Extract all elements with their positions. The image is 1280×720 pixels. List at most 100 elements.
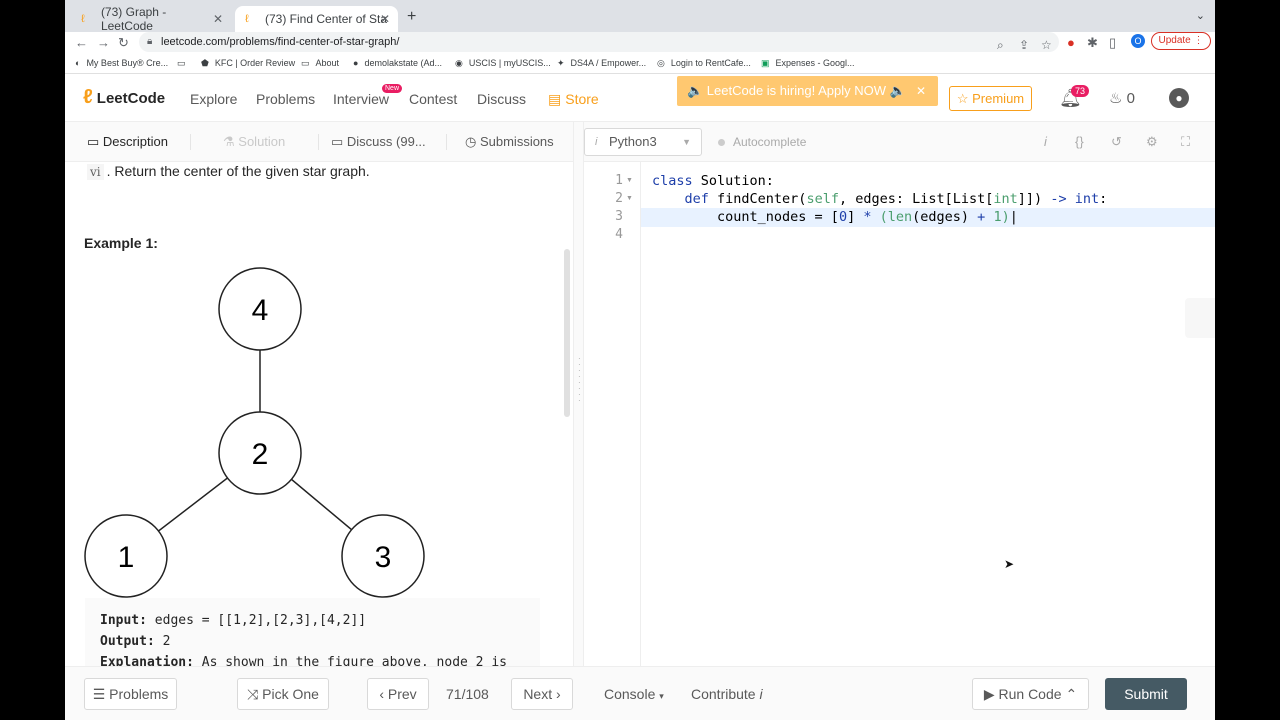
bookmark-label: demolakstate (Ad... <box>364 58 442 68</box>
next-button[interactable]: Next › <box>511 678 573 710</box>
code-token: 0 <box>838 209 848 225</box>
close-banner-icon[interactable]: ✕ <box>916 76 926 106</box>
fold-arrow-icon[interactable]: ▼ <box>626 195 633 202</box>
explanation-label: Explanation: <box>100 655 194 666</box>
url-text: leetcode.com/problems/find-center-of-sta… <box>161 36 400 48</box>
code-editor[interactable]: 1 ▼ 2 ▼ 3 4 class Solution: def findCent… <box>584 162 1215 666</box>
tab-description[interactable]: ▭ Description <box>87 134 168 150</box>
tab-discuss[interactable]: ▭ Discuss (99... <box>331 134 426 150</box>
node-label: 3 <box>375 541 392 574</box>
code-token: class <box>652 173 693 189</box>
node-label: 1 <box>118 541 135 574</box>
bookmark-item[interactable]: ✦ DS4A / Empower... <box>557 58 646 69</box>
submit-button[interactable]: Submit <box>1105 678 1187 710</box>
back-icon[interactable]: ← <box>75 35 88 50</box>
drag-handle-icon: · · · · · · · · <box>578 354 581 405</box>
nav-problems[interactable]: Problems <box>256 91 315 107</box>
code-token: -> <box>1050 191 1067 207</box>
code-token: (edges) <box>912 209 978 225</box>
logo-text: LeetCode <box>96 90 166 107</box>
code-token: 1) <box>993 209 1010 225</box>
bookmark-folder[interactable]: ▭ <box>177 58 192 69</box>
bookmark-label: Login to RentCafe... <box>670 58 751 68</box>
bookmark-item[interactable]: ● demolakstate (Ad... <box>353 58 442 68</box>
new-tab-icon[interactable]: + <box>407 8 416 26</box>
button-label: Contribute <box>691 686 756 702</box>
settings-gear-icon[interactable]: ⚙ <box>1146 134 1158 150</box>
side-panel-icon[interactable]: ▯ <box>1109 35 1116 51</box>
shuffle-icon: ⤨ <box>247 686 259 702</box>
extensions-puzzle-icon[interactable]: ✱ <box>1087 35 1098 51</box>
nav-explore[interactable]: Explore <box>190 91 237 107</box>
button-label: Console <box>604 686 656 702</box>
autocomplete-toggle[interactable]: Autocomplete <box>718 135 806 149</box>
nav-interview[interactable]: Interview <box>333 91 389 107</box>
code-token: Solution: <box>692 173 774 189</box>
code-token: count_nodes = [ <box>652 209 839 225</box>
new-badge: New <box>382 84 403 93</box>
input-value: edges = [[1,2],[2,3],[4,2]] <box>154 613 367 628</box>
language-select[interactable]: i Python3 ▼ <box>584 128 702 156</box>
run-code-button[interactable]: ▶ Run Code ⌃ <box>972 678 1089 710</box>
extension-icon[interactable]: ● <box>1067 35 1075 50</box>
format-braces-icon[interactable]: {} <box>1075 134 1084 149</box>
hiring-banner[interactable]: 🔈 LeetCode is hiring! Apply NOW 🔈 ✕ <box>677 76 938 106</box>
bookmark-label: DS4A / Empower... <box>570 58 647 68</box>
browser-tab-find-center[interactable]: ℓ (73) Find Center of Star Graph ✕ <box>235 6 398 32</box>
reset-icon[interactable]: ↺ <box>1111 134 1122 150</box>
zoom-icon[interactable]: ⌕ <box>997 35 1004 55</box>
play-icon: ▶ <box>983 686 995 702</box>
update-button[interactable]: Update ⋮ <box>1151 32 1211 50</box>
bookmark-item[interactable]: ◉ USCIS | myUSCIS... <box>455 58 551 69</box>
vertex-subscript: vi <box>87 164 104 180</box>
nav-contest[interactable]: Contest <box>409 91 457 107</box>
bookmark-item[interactable]: ◐ My Best Buy® Cre... <box>75 58 168 68</box>
bookmark-item[interactable]: ▣ Expenses - Googl... <box>761 58 855 69</box>
line-number: 3 <box>615 209 623 224</box>
contribute-link[interactable]: Contribute i <box>691 686 763 702</box>
nav-store[interactable]: ▤ Store <box>548 91 599 108</box>
profile-avatar[interactable]: O <box>1131 34 1145 48</box>
console-toggle[interactable]: Console ▾ <box>604 686 664 702</box>
side-drawer-handle[interactable] <box>1185 298 1215 338</box>
streak-fire-icon[interactable]: ♨ 0 <box>1109 89 1135 107</box>
reload-icon[interactable]: ↻ <box>118 35 129 51</box>
tab-search-icon[interactable]: ⌄ <box>1196 9 1205 22</box>
address-bar[interactable]: 🔒︎ leetcode.com/problems/find-center-of-… <box>139 32 1059 52</box>
leetcode-logo-icon: ℓ <box>83 86 93 108</box>
prev-button[interactable]: ‹ Prev <box>367 678 429 710</box>
pick-one-button[interactable]: ⤨ Pick One <box>237 678 329 710</box>
code-token: ]]) <box>1017 191 1051 207</box>
share-icon[interactable]: ⇪ <box>1019 35 1029 55</box>
code-token: findCenter( <box>708 191 807 207</box>
mouse-pointer-icon: ➤ <box>1004 557 1015 571</box>
line-number: 4 <box>615 227 623 242</box>
store-label: Store <box>565 91 599 107</box>
bookmark-item[interactable]: ◎ Login to RentCafe... <box>657 58 751 69</box>
button-label: Next <box>523 686 553 702</box>
leetcode-logo[interactable]: ℓ LeetCode <box>83 86 165 109</box>
problems-list-button[interactable]: ☰ Problems <box>84 678 177 710</box>
panel-splitter[interactable]: · · · · · · · · <box>573 122 584 666</box>
close-tab-icon[interactable]: ✕ <box>213 12 223 26</box>
info-icon[interactable]: i <box>1044 134 1047 149</box>
tab-solution[interactable]: ⚗ Solution <box>223 134 285 150</box>
bookmark-star-icon[interactable]: ☆ <box>1041 35 1052 55</box>
fold-arrow-icon[interactable]: ▼ <box>626 177 633 184</box>
code-token: | <box>1009 209 1018 225</box>
nav-discuss[interactable]: Discuss <box>477 91 526 107</box>
close-tab-icon[interactable]: ✕ <box>380 12 390 26</box>
description-scrollbar[interactable] <box>564 249 570 417</box>
user-avatar-icon[interactable]: ● <box>1169 88 1189 108</box>
chevron-right-icon: › <box>556 686 561 702</box>
browser-tab-graph[interactable]: ℓ (73) Graph - LeetCode ✕ <box>71 5 231 33</box>
tab-divider <box>446 134 447 150</box>
forward-icon[interactable]: → <box>97 35 110 50</box>
node-label: 4 <box>252 294 269 327</box>
tab-submissions[interactable]: ◷ Submissions <box>465 134 554 150</box>
bookmark-item[interactable]: ▭ About <box>301 58 339 69</box>
bookmark-item[interactable]: ⬟ KFC | Order Review <box>201 58 295 69</box>
premium-button[interactable]: ☆ Premium <box>949 86 1032 111</box>
fullscreen-icon[interactable]: ⛶ <box>1181 134 1190 150</box>
